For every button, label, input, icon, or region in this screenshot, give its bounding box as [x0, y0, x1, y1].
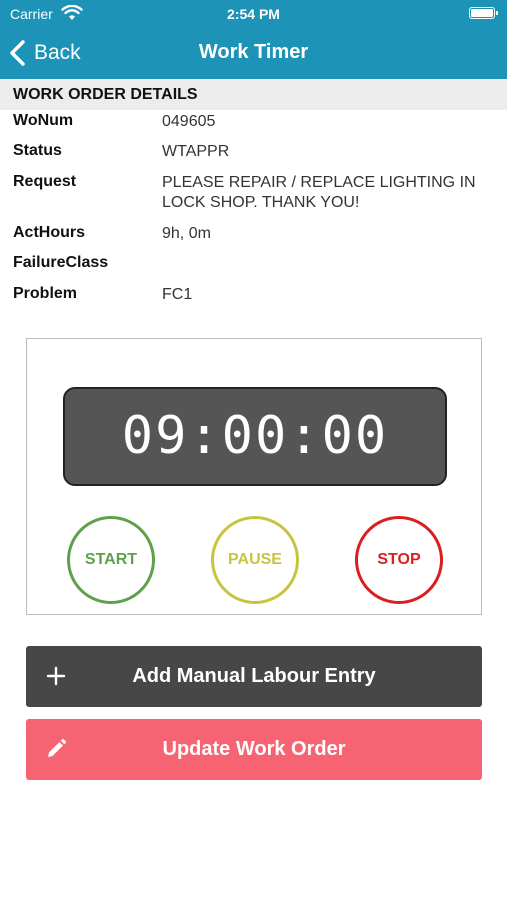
detail-row-problem: Problem FC1	[0, 285, 507, 315]
detail-label: Problem	[13, 285, 78, 302]
detail-label: Request	[13, 173, 77, 190]
detail-row-failureclass: FailureClass	[0, 254, 507, 285]
detail-value: FC1	[162, 286, 193, 303]
detail-row-acthours: ActHours 9h, 0m	[0, 224, 507, 254]
detail-value: WTAPPR	[162, 143, 230, 160]
start-button[interactable]: START	[67, 516, 155, 604]
update-work-order-button[interactable]: Update Work Order	[26, 719, 482, 780]
detail-value	[162, 254, 492, 285]
detail-value: 049605	[162, 113, 216, 130]
update-button-label: Update Work Order	[162, 738, 346, 760]
clock: 2:54 PM	[227, 6, 280, 22]
detail-value: 9h, 0m	[162, 225, 211, 242]
section-header: WORK ORDER DETAILS	[0, 79, 507, 110]
detail-row-wonum: WoNum 049605	[0, 112, 507, 142]
stop-button[interactable]: STOP	[355, 516, 443, 604]
timer-panel: 09:00:00 START PAUSE STOP	[26, 338, 482, 615]
work-order-details: WoNum 049605 Status WTAPPR Request PLEAS…	[0, 112, 507, 315]
detail-value: PLEASE REPAIR / REPLACE LIGHTING IN LOCK…	[162, 174, 476, 211]
page-title: Work Timer	[198, 41, 309, 63]
plus-icon	[46, 666, 66, 686]
pause-button[interactable]: PAUSE	[211, 516, 299, 604]
detail-row-status: Status WTAPPR	[0, 142, 507, 173]
battery-icon	[469, 7, 498, 19]
detail-row-request: Request PLEASE REPAIR / REPLACE LIGHTING…	[0, 173, 507, 224]
pencil-icon	[48, 738, 67, 757]
detail-label: WoNum	[13, 112, 74, 129]
detail-label: ActHours	[13, 224, 86, 241]
add-button-label: Add Manual Labour Entry	[132, 665, 376, 687]
detail-label: Status	[13, 142, 62, 159]
timer-display: 09:00:00	[63, 387, 447, 486]
navigation-bar: Back Work Timer	[0, 28, 507, 79]
add-manual-labour-entry-button[interactable]: Add Manual Labour Entry	[26, 646, 482, 707]
detail-label: FailureClass	[13, 254, 109, 271]
status-bar: Carrier 2:54 PM	[0, 0, 507, 28]
